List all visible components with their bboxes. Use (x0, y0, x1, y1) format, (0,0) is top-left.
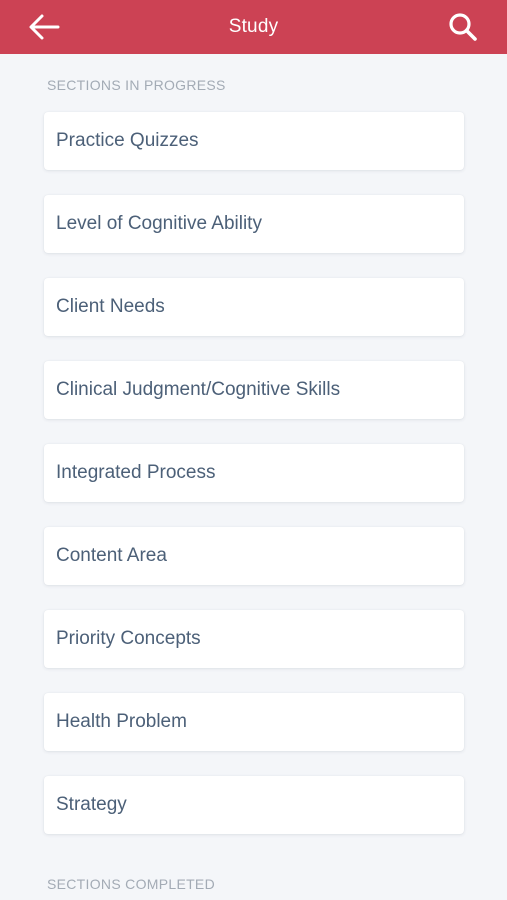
page-title: Study (228, 16, 279, 37)
section-card-integrated-process[interactable]: Integrated Process (44, 444, 464, 502)
sections-in-progress-list: Practice Quizzes Level of Cognitive Abil… (44, 112, 464, 859)
section-card-label: Clinical Judgment/Cognitive Skills (56, 379, 341, 400)
arrow-left-icon (29, 14, 60, 40)
section-card-client-needs[interactable]: Client Needs (44, 278, 464, 336)
section-card-label: Strategy (56, 794, 127, 815)
section-card-health-problem[interactable]: Health Problem (44, 693, 464, 751)
section-card-practice-quizzes[interactable]: Practice Quizzes (44, 112, 464, 170)
sections-completed-heading: SECTIONS COMPLETED (47, 876, 215, 892)
search-button[interactable] (446, 10, 480, 44)
section-card-level-of-cognitive-ability[interactable]: Level of Cognitive Ability (44, 195, 464, 253)
sections-in-progress-heading: SECTIONS IN PROGRESS (47, 77, 226, 93)
search-icon (449, 13, 477, 41)
section-card-label: Integrated Process (56, 462, 216, 483)
section-card-label: Content Area (56, 545, 167, 566)
section-card-priority-concepts[interactable]: Priority Concepts (44, 610, 464, 668)
section-card-strategy[interactable]: Strategy (44, 776, 464, 834)
app-header: Study (0, 0, 507, 54)
section-card-content-area[interactable]: Content Area (44, 527, 464, 585)
section-card-label: Practice Quizzes (56, 130, 199, 151)
back-button[interactable] (27, 11, 61, 43)
section-card-label: Health Problem (56, 711, 187, 732)
section-card-label: Priority Concepts (56, 628, 201, 649)
section-card-label: Client Needs (56, 296, 165, 317)
section-card-clinical-judgment[interactable]: Clinical Judgment/Cognitive Skills (44, 361, 464, 419)
section-card-label: Level of Cognitive Ability (56, 213, 262, 234)
